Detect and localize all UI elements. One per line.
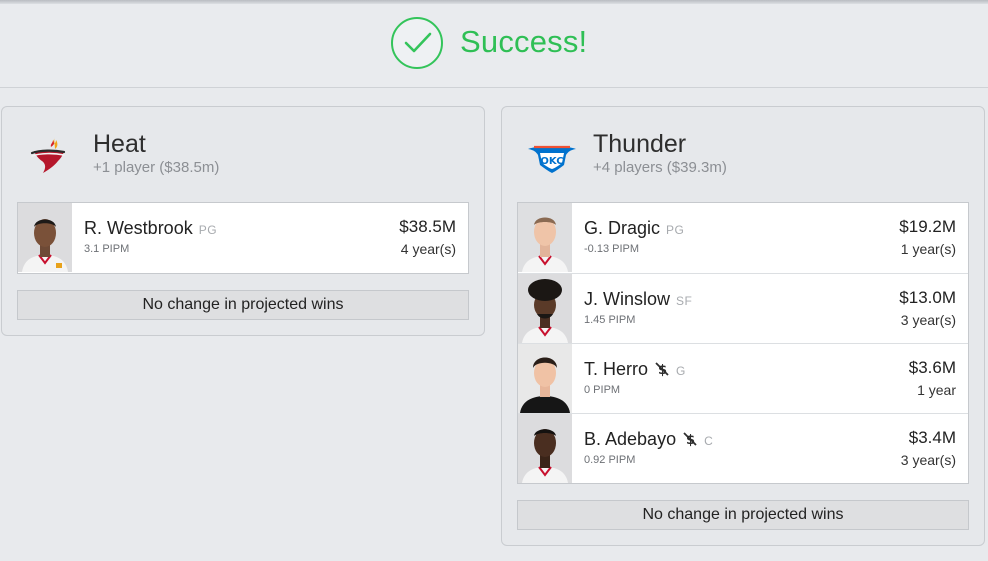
player-name: R. Westbrook — [84, 218, 193, 238]
heat-logo-icon — [24, 131, 72, 179]
team-name: Thunder — [593, 130, 687, 158]
player-list: G. Dragic PG -0.13 PIPM $19.2M 1 year(s) … — [517, 202, 969, 484]
player-photo — [18, 203, 72, 272]
player-photo — [518, 203, 572, 272]
player-photo — [518, 414, 572, 483]
player-row-westbrook[interactable]: R. Westbrook PG 3.1 PIPM $38.5M 4 year(s) — [18, 203, 468, 273]
player-row-herro[interactable]: T. Herro$ G 0 PIPM $3.6M 1 year — [518, 343, 968, 413]
player-pipm: -0.13 PIPM — [584, 243, 640, 255]
player-contract-years: 3 year(s) — [900, 452, 956, 468]
check-circle-icon — [391, 17, 443, 69]
player-position: G — [676, 364, 686, 378]
player-name-line: J. Winslow SF — [584, 289, 692, 310]
player-row-dragic[interactable]: G. Dragic PG -0.13 PIPM $19.2M 1 year(s) — [518, 203, 968, 273]
player-row-adebayo[interactable]: B. Adebayo$ C 0.92 PIPM $3.4M 3 year(s) — [518, 413, 968, 483]
player-name-line: T. Herro$ G — [584, 359, 686, 382]
player-name: B. Adebayo — [584, 429, 677, 449]
player-salary: $38.5M — [399, 217, 456, 236]
player-pipm: 3.1 PIPM — [84, 243, 130, 255]
player-position: SF — [676, 294, 693, 308]
player-list: R. Westbrook PG 3.1 PIPM $38.5M 4 year(s) — [17, 202, 469, 274]
projected-wins-button[interactable]: No change in projected wins — [517, 500, 969, 530]
player-name: T. Herro — [584, 359, 649, 379]
no-trade-dollar-icon: $ — [682, 431, 698, 452]
player-salary: $3.6M — [908, 358, 956, 377]
player-contract-years: 1 year(s) — [900, 241, 956, 257]
player-photo — [518, 274, 572, 343]
player-name: J. Winslow — [584, 289, 671, 309]
team-summary: +1 player ($38.5m) — [93, 159, 220, 176]
thunder-logo-icon: OKC — [524, 131, 576, 179]
success-banner: Success! — [0, 4, 988, 88]
team-summary: +4 players ($39.3m) — [593, 159, 727, 176]
team-name: Heat — [93, 130, 146, 158]
player-pipm: 0.92 PIPM — [584, 454, 636, 466]
player-position: C — [704, 434, 714, 448]
player-contract-years: 1 year — [917, 382, 956, 398]
player-pipm: 1.45 PIPM — [584, 314, 636, 326]
player-row-winslow[interactable]: J. Winslow SF 1.45 PIPM $13.0M 3 year(s) — [518, 273, 968, 343]
player-photo — [518, 344, 572, 413]
player-pipm: 0 PIPM — [584, 384, 621, 396]
player-name: G. Dragic — [584, 218, 661, 238]
player-name-line: B. Adebayo$ C — [584, 429, 713, 452]
player-position: PG — [666, 223, 685, 237]
player-salary: $19.2M — [899, 217, 956, 236]
player-name-line: G. Dragic PG — [584, 218, 684, 239]
team-card-heat: Heat +1 player ($38.5m) R. Westbrook PG 3… — [1, 106, 485, 336]
player-salary: $13.0M — [899, 288, 956, 307]
player-name-line: R. Westbrook PG — [84, 218, 217, 239]
team-card-thunder: OKC Thunder +4 players ($39.3m) G. Dragi… — [501, 106, 985, 546]
player-position: PG — [198, 223, 218, 237]
svg-text:OKC: OKC — [540, 156, 563, 167]
no-trade-dollar-icon: $ — [654, 361, 670, 382]
player-contract-years: 4 year(s) — [400, 241, 456, 257]
player-contract-years: 3 year(s) — [900, 312, 956, 328]
projected-wins-button[interactable]: No change in projected wins — [17, 290, 469, 320]
player-salary: $3.4M — [908, 428, 956, 447]
success-message: Success! — [460, 24, 588, 59]
